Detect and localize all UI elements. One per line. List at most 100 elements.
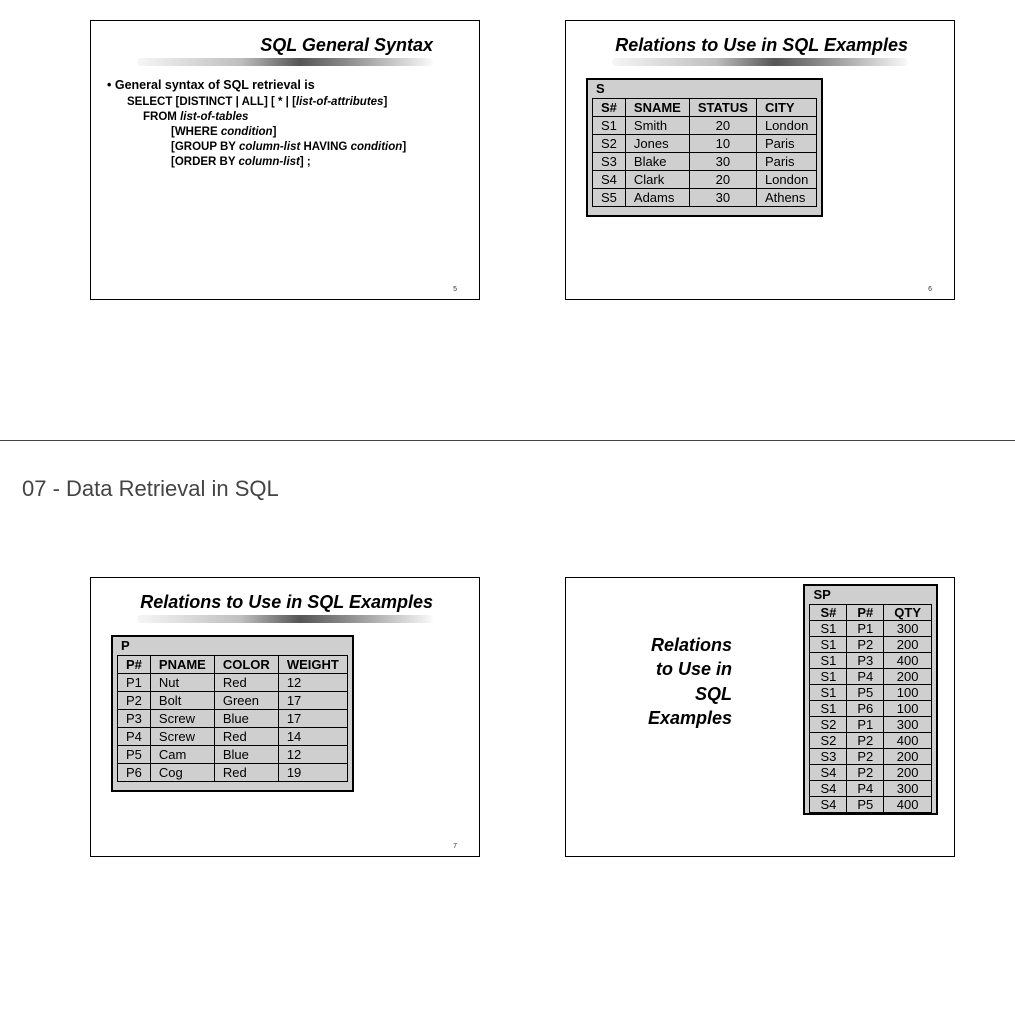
table-cell: S1 [810, 669, 847, 685]
table-row: P6CogRed19 [118, 763, 348, 781]
table-header: QTY [884, 605, 932, 621]
table-cell: 200 [884, 637, 932, 653]
table-cell: S4 [810, 781, 847, 797]
table-cell: 100 [884, 701, 932, 717]
table-cell: Paris [756, 152, 816, 170]
table-cell: 200 [884, 749, 932, 765]
table-cell: S4 [810, 797, 847, 813]
table-cell: Smith [625, 116, 689, 134]
table-row: S1P3400 [810, 653, 932, 669]
table-cell: P5 [847, 685, 884, 701]
table-row: S3Blake30Paris [593, 152, 817, 170]
table-cell: 12 [278, 745, 347, 763]
section-divider [0, 440, 1015, 441]
table-header: STATUS [689, 98, 756, 116]
table-row: P5CamBlue12 [118, 745, 348, 763]
table-row: S1P1300 [810, 621, 932, 637]
table-p-wrap: P P#PNAMECOLORWEIGHTP1NutRed12P2BoltGree… [111, 635, 354, 792]
table-header: S# [810, 605, 847, 621]
table-cell: Cog [150, 763, 214, 781]
slide-8: Relations to Use in SQL Examples SP S#P#… [565, 577, 955, 857]
table-row: S3P2200 [810, 749, 932, 765]
title-underline [137, 615, 433, 623]
page-number: 6 [928, 286, 932, 293]
table-cell: 20 [689, 116, 756, 134]
table-header: P# [118, 655, 151, 673]
table-cell: S1 [593, 116, 626, 134]
table-row: S1P2200 [810, 637, 932, 653]
slide-6: Relations to Use in SQL Examples S S#SNA… [565, 20, 955, 300]
table-cell: Red [214, 727, 278, 745]
table-cell: Screw [150, 727, 214, 745]
table-cell: S4 [810, 765, 847, 781]
section-heading: 07 - Data Retrieval in SQL [22, 476, 1015, 502]
table-row: S1P6100 [810, 701, 932, 717]
syntax-from: FROM list-of-tables [143, 111, 463, 123]
table-cell: P4 [847, 781, 884, 797]
table-header: PNAME [150, 655, 214, 673]
table-cell: 100 [884, 685, 932, 701]
table-cell: S1 [810, 637, 847, 653]
page-number: 5 [453, 286, 457, 293]
table-s-label: S [592, 80, 817, 98]
slide-7-title: Relations to Use in SQL Examples [107, 592, 463, 613]
table-cell: 400 [884, 797, 932, 813]
syntax-groupby: [GROUP BY column-list HAVING condition] [171, 141, 463, 153]
table-cell: S4 [593, 170, 626, 188]
table-cell: P4 [118, 727, 151, 745]
page-number: 7 [453, 843, 457, 850]
table-cell: 300 [884, 621, 932, 637]
table-header: P# [847, 605, 884, 621]
slide-8-title: Relations to Use in SQL Examples [582, 633, 732, 730]
table-cell: P3 [847, 653, 884, 669]
bullet-intro: • General syntax of SQL retrieval is [107, 78, 463, 92]
table-row: S1P5100 [810, 685, 932, 701]
table-row: P3ScrewBlue17 [118, 709, 348, 727]
table-row: S5Adams30Athens [593, 188, 817, 206]
table-header: WEIGHT [278, 655, 347, 673]
title-underline [612, 58, 908, 66]
table-cell: 400 [884, 653, 932, 669]
table-cell: Clark [625, 170, 689, 188]
table-cell: 17 [278, 691, 347, 709]
table-cell: Adams [625, 188, 689, 206]
table-row: S1P4200 [810, 669, 932, 685]
table-row: S2P2400 [810, 733, 932, 749]
table-cell: 14 [278, 727, 347, 745]
table-header: S# [593, 98, 626, 116]
table-row: S2Jones10Paris [593, 134, 817, 152]
table-cell: 30 [689, 188, 756, 206]
table-cell: Paris [756, 134, 816, 152]
syntax-select: SELECT [DISTINCT | ALL] [ * | [list-of-a… [127, 96, 463, 108]
table-cell: 300 [884, 717, 932, 733]
table-header: COLOR [214, 655, 278, 673]
table-cell: S1 [810, 653, 847, 669]
syntax-orderby: [ORDER BY column-list] ; [171, 156, 463, 168]
table-sp-wrap: SP S#P#QTYS1P1300S1P2200S1P3400S1P4200S1… [803, 584, 938, 815]
table-cell: 200 [884, 765, 932, 781]
table-s: S#SNAMESTATUSCITYS1Smith20LondonS2Jones1… [592, 98, 817, 207]
table-cell: 12 [278, 673, 347, 691]
table-cell: S2 [593, 134, 626, 152]
table-cell: Nut [150, 673, 214, 691]
table-cell: Blue [214, 709, 278, 727]
table-row: S2P1300 [810, 717, 932, 733]
table-cell: P5 [847, 797, 884, 813]
table-cell: S1 [810, 621, 847, 637]
table-cell: Jones [625, 134, 689, 152]
table-row: S1Smith20London [593, 116, 817, 134]
table-cell: 17 [278, 709, 347, 727]
table-cell: Red [214, 763, 278, 781]
table-cell: Bolt [150, 691, 214, 709]
table-cell: 200 [884, 669, 932, 685]
table-cell: P6 [847, 701, 884, 717]
table-row: S4P5400 [810, 797, 932, 813]
table-header: SNAME [625, 98, 689, 116]
table-cell: S2 [810, 717, 847, 733]
slide-6-title: Relations to Use in SQL Examples [582, 35, 938, 56]
slide-5: SQL General Syntax • General syntax of S… [90, 20, 480, 300]
table-cell: 300 [884, 781, 932, 797]
table-cell: 19 [278, 763, 347, 781]
table-header: CITY [756, 98, 816, 116]
table-cell: P5 [118, 745, 151, 763]
